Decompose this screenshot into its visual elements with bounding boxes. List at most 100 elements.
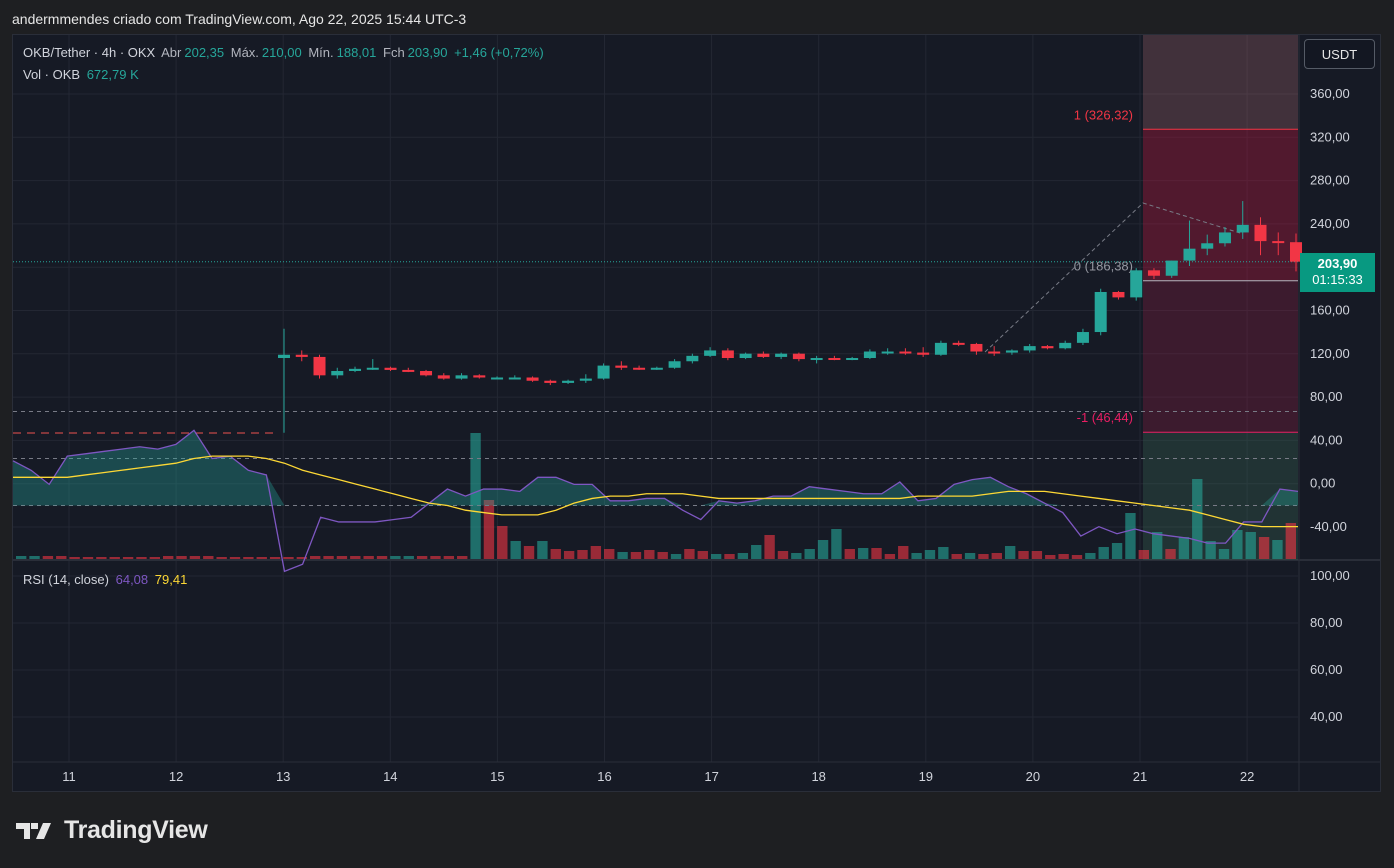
volume-bar [590, 546, 602, 559]
volume-bar [1004, 546, 1016, 559]
volume-bar [16, 556, 27, 559]
candle-body [455, 375, 468, 379]
volume-bar [831, 529, 842, 559]
legend-high-label: Máx. [230, 45, 259, 60]
volume-bar [764, 535, 775, 559]
candle-body [721, 350, 734, 359]
candle-body [775, 353, 788, 357]
volume-bar [964, 553, 976, 559]
volume-bar [1165, 549, 1176, 559]
volume-bar [817, 540, 829, 559]
candle-body [579, 378, 592, 381]
volume-bar [617, 552, 628, 559]
volume-bar [938, 547, 949, 559]
candle-body [508, 377, 521, 380]
time-axis-label: 12 [169, 769, 183, 784]
candle-body [1201, 243, 1214, 249]
volume-bar [189, 556, 201, 559]
volume-bar [737, 553, 749, 559]
volume-bar [604, 549, 615, 559]
candle-body [1005, 350, 1018, 353]
tradingview-logo[interactable]: TradingView [14, 816, 208, 845]
candle-body [1236, 224, 1249, 233]
volume-bar [376, 556, 388, 559]
volume-bar [363, 556, 374, 559]
candle-body [970, 343, 983, 352]
fib-level-label: 0 (186,38) [1074, 259, 1133, 274]
last-price-value: 203,90 [1317, 256, 1358, 271]
volume-legend: Vol · OKB 672,79 K [23, 67, 142, 82]
candle-body [526, 377, 539, 381]
price-axis-label: 0,00 [1310, 476, 1335, 491]
volume-bar [951, 554, 962, 559]
volume-bar [390, 556, 401, 559]
volume-bar [991, 553, 1002, 559]
volume-bar [336, 556, 348, 559]
fib-zone-upper [1143, 129, 1298, 281]
legend-close-label: Fch [383, 45, 405, 60]
volume-bar [1151, 532, 1163, 559]
rsi-legend-value: 64,08 [115, 572, 149, 587]
candle-body [384, 367, 397, 370]
candle-body [278, 354, 290, 359]
volume-bar [1178, 537, 1190, 559]
legend-volume-value: 672,79 K [86, 67, 139, 82]
volume-bar [216, 557, 227, 559]
currency-button[interactable]: USDT [1304, 39, 1375, 69]
legend-low-value: 188,01 [336, 45, 377, 60]
time-axis-label: 16 [597, 769, 611, 784]
legend-open-value: 202,35 [184, 45, 225, 60]
price-axis-label: 240,00 [1310, 216, 1350, 231]
rsi-axis-label: 100,00 [1310, 568, 1350, 583]
legend-symbol[interactable]: OKB/Tether · 4h · OKX [23, 45, 155, 60]
time-axis-label: 13 [276, 769, 290, 784]
fib-level-label: 1 (326,32) [1074, 107, 1133, 122]
volume-bar [1285, 523, 1296, 559]
rsi-legend-label[interactable]: RSI (14, close) [23, 572, 109, 587]
candle-body [544, 380, 557, 383]
volume-bar [109, 557, 120, 559]
volume-bar [1125, 513, 1136, 559]
candle-body [792, 353, 805, 360]
volume-bar [1111, 543, 1123, 559]
candle-body [952, 342, 965, 345]
volume-bar [1085, 553, 1096, 559]
rsi-legend: RSI (14, close) 64,08 79,41 [23, 572, 190, 587]
volume-bar [457, 556, 468, 559]
rsi-axis-label: 40,00 [1310, 709, 1343, 724]
volume-bar [483, 500, 495, 559]
candle-body [402, 369, 415, 372]
volume-bar [924, 550, 936, 559]
candle-body [1254, 224, 1267, 242]
volume-bar [1192, 479, 1203, 559]
candle-body [633, 367, 646, 370]
price-axis-label: 360,00 [1310, 86, 1350, 101]
volume-bar [96, 557, 107, 559]
bar-countdown: 01:15:33 [1312, 272, 1363, 287]
candle-body [1165, 260, 1178, 276]
volume-bar [1218, 549, 1230, 559]
price-axis-label: 280,00 [1310, 173, 1350, 188]
candle-body [331, 371, 344, 376]
candle-body [917, 352, 930, 355]
volume-bar [256, 557, 267, 559]
candle-body [1023, 346, 1036, 351]
volume-bar [844, 549, 855, 559]
volume-bar [69, 557, 80, 559]
legend-high-value: 210,00 [261, 45, 302, 60]
candle-body [934, 342, 947, 355]
volume-bar [350, 556, 361, 559]
volume-bar [523, 546, 535, 559]
legend-volume-label[interactable]: Vol · OKB [23, 67, 80, 82]
candle-body [349, 368, 362, 372]
volume-bar [510, 541, 521, 559]
candle-body [863, 351, 876, 359]
volume-bar [577, 550, 588, 559]
candle-body [881, 351, 894, 354]
volume-bar [136, 557, 147, 559]
volume-bar [1245, 532, 1256, 559]
volume-bar [416, 556, 428, 559]
volume-bar [537, 541, 548, 559]
fib-zone-above [1143, 35, 1298, 130]
chart-canvas[interactable]: 1 (326,32) 0 (186,38) -1 (46,44) 360,00 320,… [0, 0, 1394, 868]
